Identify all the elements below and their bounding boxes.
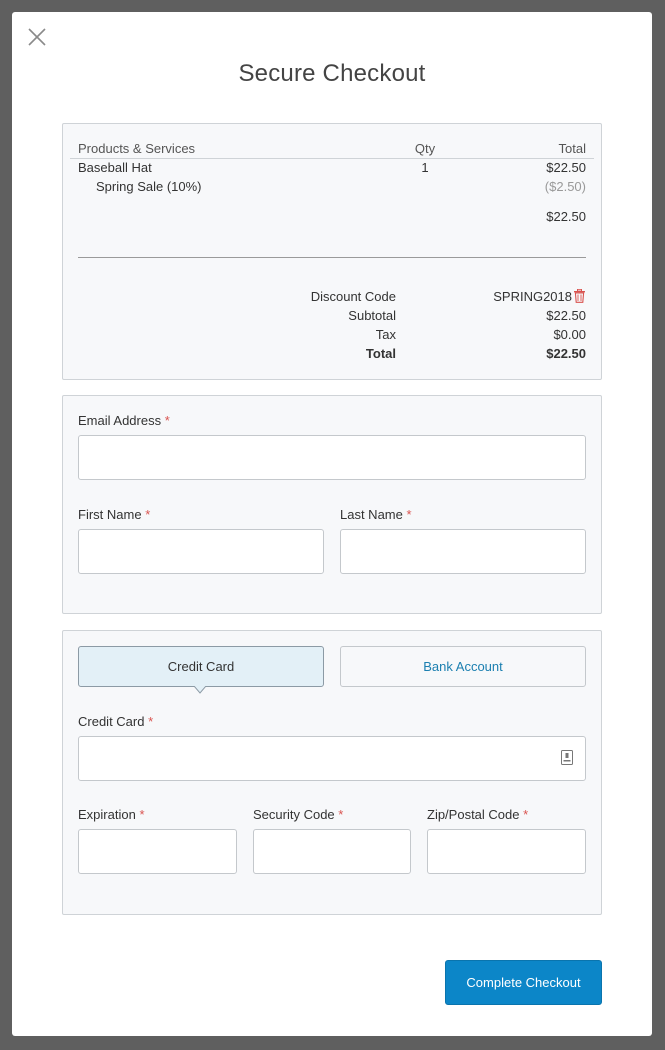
trash-icon[interactable] (573, 288, 586, 306)
contact-panel: Email Address * First Name * Last Name * (62, 395, 602, 614)
line-item: Baseball Hat 1 $22.50 (70, 160, 594, 178)
required-mark: * (139, 807, 145, 822)
discount-amount: ($2.50) (544, 179, 586, 194)
first-name-field[interactable] (78, 529, 324, 574)
security-code-label: Security Code * (253, 807, 343, 822)
zip-field[interactable] (427, 829, 586, 874)
security-code-label-text: Security Code (253, 807, 335, 822)
required-mark: * (338, 807, 344, 822)
caret-down-icon (194, 686, 206, 694)
required-mark: * (406, 507, 412, 522)
expiration-field[interactable] (78, 829, 237, 874)
zip-label: Zip/Postal Code * (427, 807, 528, 822)
total-value: $22.50 (546, 346, 586, 361)
discount-code-label: Discount Code (310, 289, 396, 304)
header-products: Products & Services (78, 141, 196, 156)
security-code-field[interactable] (253, 829, 411, 874)
expiration-label: Expiration * (78, 807, 145, 822)
discount-code-value: SPRING2018 (493, 289, 572, 304)
subtotal-row: Subtotal $22.50 (78, 308, 586, 326)
card-reader-icon (561, 750, 573, 765)
credit-card-label: Credit Card * (78, 714, 153, 729)
item-subtotal-row: $22.50 (70, 209, 594, 227)
expiration-label-text: Expiration (78, 807, 136, 822)
discount-code-row: Discount Code SPRING2018 (78, 288, 586, 307)
tax-row: Tax $0.00 (78, 327, 586, 345)
last-name-field[interactable] (340, 529, 586, 574)
tab-bank-account[interactable]: Bank Account (340, 646, 586, 687)
complete-checkout-button[interactable]: Complete Checkout (445, 960, 602, 1005)
tax-label: Tax (375, 327, 396, 342)
tab-credit-card[interactable]: Credit Card (78, 646, 324, 687)
summary-header: Products & Services Qty Total (70, 141, 594, 159)
email-label: Email Address * (78, 413, 170, 428)
first-name-label: First Name * (78, 507, 150, 522)
tax-value: $0.00 (553, 327, 586, 342)
discount-line: Spring Sale (10%) ($2.50) (70, 179, 594, 197)
order-summary: Products & Services Qty Total Baseball H… (62, 123, 602, 380)
discount-code-value-wrap: SPRING2018 (493, 288, 586, 306)
credit-card-label-text: Credit Card (78, 714, 145, 729)
total-row: Total $22.50 (78, 346, 586, 364)
discount-name: Spring Sale (10%) (96, 179, 202, 194)
credit-card-input-wrap (78, 736, 586, 781)
payment-panel: Credit Card Bank Account Credit Card * E… (62, 630, 602, 915)
first-name-label-text: First Name (78, 507, 142, 522)
required-mark: * (145, 507, 151, 522)
last-name-label: Last Name * (340, 507, 412, 522)
summary-divider (78, 257, 586, 258)
close-icon[interactable] (26, 26, 48, 48)
subtotal-label: Subtotal (348, 308, 396, 323)
item-name: Baseball Hat (78, 160, 152, 175)
subtotal-value: $22.50 (546, 308, 586, 323)
item-subtotal: $22.50 (546, 209, 586, 224)
item-total: $22.50 (546, 160, 586, 175)
required-mark: * (164, 413, 170, 428)
checkout-modal: Secure Checkout Products & Services Qty … (12, 12, 652, 1036)
required-mark: * (148, 714, 154, 729)
item-qty: 1 (421, 160, 429, 175)
email-label-text: Email Address (78, 413, 162, 428)
zip-label-text: Zip/Postal Code (427, 807, 520, 822)
last-name-label-text: Last Name (340, 507, 403, 522)
page-title: Secure Checkout (238, 60, 426, 87)
total-label: Total (365, 346, 396, 361)
header-total: Total (558, 141, 586, 156)
required-mark: * (523, 807, 529, 822)
email-field[interactable] (78, 435, 586, 480)
credit-card-field[interactable] (78, 736, 586, 781)
header-qty: Qty (414, 141, 436, 156)
